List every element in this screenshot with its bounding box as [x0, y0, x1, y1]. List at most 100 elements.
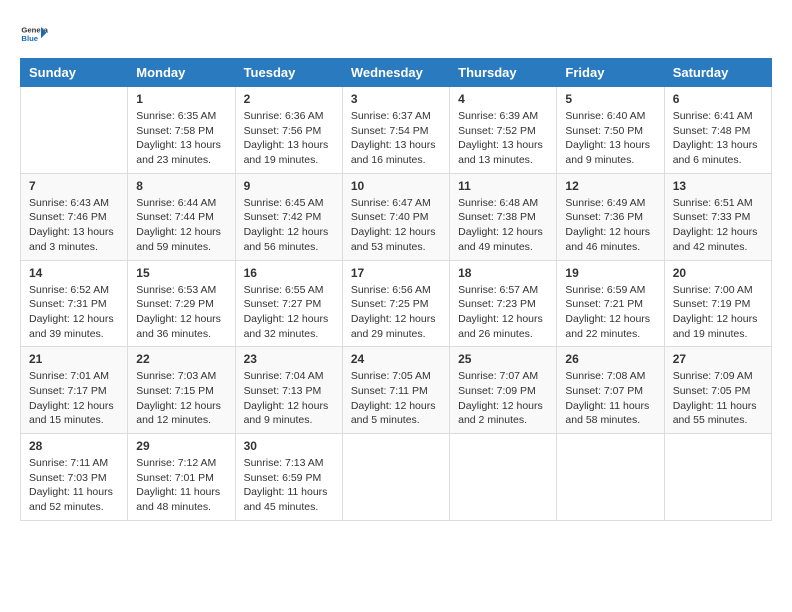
day-info: Sunrise: 6:39 AMSunset: 7:52 PMDaylight:… — [458, 109, 548, 168]
day-cell: 2 Sunrise: 6:36 AMSunset: 7:56 PMDaylight… — [235, 87, 342, 174]
day-number: 6 — [673, 92, 763, 106]
day-number: 22 — [136, 352, 226, 366]
day-cell: 16Sunrise: 6:55 AMSunset: 7:27 PMDayligh… — [235, 260, 342, 347]
day-number: 29 — [136, 439, 226, 453]
day-info: Sunrise: 6:52 AMSunset: 7:31 PMDaylight:… — [29, 283, 119, 342]
day-info: Sunrise: 6:57 AMSunset: 7:23 PMDaylight:… — [458, 283, 548, 342]
day-info: Sunrise: 7:04 AMSunset: 7:13 PMDaylight:… — [244, 369, 334, 428]
day-cell: 6 Sunrise: 6:41 AMSunset: 7:48 PMDaylight… — [664, 87, 771, 174]
day-info: Sunrise: 6:47 AMSunset: 7:40 PMDaylight:… — [351, 196, 441, 255]
day-number: 20 — [673, 266, 763, 280]
day-info: Sunrise: 7:08 AMSunset: 7:07 PMDaylight:… — [565, 369, 655, 428]
day-number: 2 — [244, 92, 334, 106]
day-number: 11 — [458, 179, 548, 193]
day-cell: 4 Sunrise: 6:39 AMSunset: 7:52 PMDaylight… — [450, 87, 557, 174]
week-row-5: 28 Sunrise: 7:11 AMSunset: 7:03 PMDayligh… — [21, 434, 772, 521]
day-number: 13 — [673, 179, 763, 193]
day-number: 26 — [565, 352, 655, 366]
logo-icon: General Blue — [20, 20, 48, 48]
day-cell: 22 Sunrise: 7:03 AMSunset: 7:15 PMDayligh… — [128, 347, 235, 434]
header-cell-monday: Monday — [128, 59, 235, 87]
day-cell: 12 Sunrise: 6:49 AMSunset: 7:36 PMDayligh… — [557, 173, 664, 260]
day-info: Sunrise: 6:48 AMSunset: 7:38 PMDaylight:… — [458, 196, 548, 255]
header-cell-tuesday: Tuesday — [235, 59, 342, 87]
day-number: 3 — [351, 92, 441, 106]
day-cell: 30Sunrise: 7:13 AMSunset: 6:59 PMDayligh… — [235, 434, 342, 521]
day-number: 12 — [565, 179, 655, 193]
day-cell: 24Sunrise: 7:05 AMSunset: 7:11 PMDayligh… — [342, 347, 449, 434]
day-number: 27 — [673, 352, 763, 366]
day-number: 24 — [351, 352, 441, 366]
day-cell: 27 Sunrise: 7:09 AMSunset: 7:05 PMDayligh… — [664, 347, 771, 434]
day-info: Sunrise: 7:12 AMSunset: 7:01 PMDaylight:… — [136, 456, 226, 515]
day-number: 5 — [565, 92, 655, 106]
day-info: Sunrise: 7:07 AMSunset: 7:09 PMDaylight:… — [458, 369, 548, 428]
day-number: 10 — [351, 179, 441, 193]
day-cell: 15Sunrise: 6:53 AMSunset: 7:29 PMDayligh… — [128, 260, 235, 347]
day-info: Sunrise: 6:40 AMSunset: 7:50 PMDaylight:… — [565, 109, 655, 168]
day-cell: 3 Sunrise: 6:37 AMSunset: 7:54 PMDaylight… — [342, 87, 449, 174]
day-number: 7 — [29, 179, 119, 193]
day-cell: 1 Sunrise: 6:35 AMSunset: 7:58 PMDaylight… — [128, 87, 235, 174]
day-number: 28 — [29, 439, 119, 453]
day-info: Sunrise: 7:03 AMSunset: 7:15 PMDaylight:… — [136, 369, 226, 428]
day-cell: 9Sunrise: 6:45 AMSunset: 7:42 PMDaylight… — [235, 173, 342, 260]
calendar-header: SundayMondayTuesdayWednesdayThursdayFrid… — [21, 59, 772, 87]
day-cell — [450, 434, 557, 521]
day-cell: 23 Sunrise: 7:04 AMSunset: 7:13 PMDayligh… — [235, 347, 342, 434]
header-row: SundayMondayTuesdayWednesdayThursdayFrid… — [21, 59, 772, 87]
day-cell: 8 Sunrise: 6:44 AMSunset: 7:44 PMDaylight… — [128, 173, 235, 260]
calendar-body: 1 Sunrise: 6:35 AMSunset: 7:58 PMDaylight… — [21, 87, 772, 521]
day-info: Sunrise: 6:56 AMSunset: 7:25 PMDaylight:… — [351, 283, 441, 342]
day-info: Sunrise: 6:43 AMSunset: 7:46 PMDaylight:… — [29, 196, 119, 255]
day-cell: 19 Sunrise: 6:59 AMSunset: 7:21 PMDayligh… — [557, 260, 664, 347]
day-info: Sunrise: 6:35 AMSunset: 7:58 PMDaylight:… — [136, 109, 226, 168]
day-number: 19 — [565, 266, 655, 280]
header-cell-saturday: Saturday — [664, 59, 771, 87]
day-info: Sunrise: 6:59 AMSunset: 7:21 PMDaylight:… — [565, 283, 655, 342]
day-info: Sunrise: 6:44 AMSunset: 7:44 PMDaylight:… — [136, 196, 226, 255]
day-info: Sunrise: 7:01 AMSunset: 7:17 PMDaylight:… — [29, 369, 119, 428]
day-number: 21 — [29, 352, 119, 366]
day-info: Sunrise: 6:41 AMSunset: 7:48 PMDaylight:… — [673, 109, 763, 168]
day-cell: 26 Sunrise: 7:08 AMSunset: 7:07 PMDayligh… — [557, 347, 664, 434]
day-number: 1 — [136, 92, 226, 106]
day-info: Sunrise: 6:49 AMSunset: 7:36 PMDaylight:… — [565, 196, 655, 255]
day-cell: 14Sunrise: 6:52 AMSunset: 7:31 PMDayligh… — [21, 260, 128, 347]
day-cell: 29 Sunrise: 7:12 AMSunset: 7:01 PMDayligh… — [128, 434, 235, 521]
day-number: 15 — [136, 266, 226, 280]
day-number: 23 — [244, 352, 334, 366]
week-row-4: 21 Sunrise: 7:01 AMSunset: 7:17 PMDayligh… — [21, 347, 772, 434]
day-cell — [664, 434, 771, 521]
day-cell: 18 Sunrise: 6:57 AMSunset: 7:23 PMDayligh… — [450, 260, 557, 347]
day-number: 4 — [458, 92, 548, 106]
day-info: Sunrise: 6:36 AMSunset: 7:56 PMDaylight:… — [244, 109, 334, 168]
logo: General Blue — [20, 20, 48, 48]
day-cell: 10 Sunrise: 6:47 AMSunset: 7:40 PMDayligh… — [342, 173, 449, 260]
day-cell: 21 Sunrise: 7:01 AMSunset: 7:17 PMDayligh… — [21, 347, 128, 434]
week-row-2: 7 Sunrise: 6:43 AMSunset: 7:46 PMDaylight… — [21, 173, 772, 260]
week-row-3: 14Sunrise: 6:52 AMSunset: 7:31 PMDayligh… — [21, 260, 772, 347]
day-info: Sunrise: 7:09 AMSunset: 7:05 PMDaylight:… — [673, 369, 763, 428]
day-cell: 13Sunrise: 6:51 AMSunset: 7:33 PMDayligh… — [664, 173, 771, 260]
day-number: 17 — [351, 266, 441, 280]
calendar-table: SundayMondayTuesdayWednesdayThursdayFrid… — [20, 58, 772, 521]
day-number: 25 — [458, 352, 548, 366]
day-cell: 17 Sunrise: 6:56 AMSunset: 7:25 PMDayligh… — [342, 260, 449, 347]
day-cell: 25 Sunrise: 7:07 AMSunset: 7:09 PMDayligh… — [450, 347, 557, 434]
day-info: Sunrise: 6:37 AMSunset: 7:54 PMDaylight:… — [351, 109, 441, 168]
day-cell — [557, 434, 664, 521]
day-info: Sunrise: 7:11 AMSunset: 7:03 PMDaylight:… — [29, 456, 119, 515]
day-cell — [21, 87, 128, 174]
day-cell: 28 Sunrise: 7:11 AMSunset: 7:03 PMDayligh… — [21, 434, 128, 521]
day-cell — [342, 434, 449, 521]
day-info: Sunrise: 6:45 AMSunset: 7:42 PMDaylight:… — [244, 196, 334, 255]
day-number: 30 — [244, 439, 334, 453]
week-row-1: 1 Sunrise: 6:35 AMSunset: 7:58 PMDaylight… — [21, 87, 772, 174]
day-cell: 11 Sunrise: 6:48 AMSunset: 7:38 PMDayligh… — [450, 173, 557, 260]
header-cell-friday: Friday — [557, 59, 664, 87]
svg-text:Blue: Blue — [21, 34, 38, 43]
day-number: 18 — [458, 266, 548, 280]
day-number: 16 — [244, 266, 334, 280]
day-number: 8 — [136, 179, 226, 193]
